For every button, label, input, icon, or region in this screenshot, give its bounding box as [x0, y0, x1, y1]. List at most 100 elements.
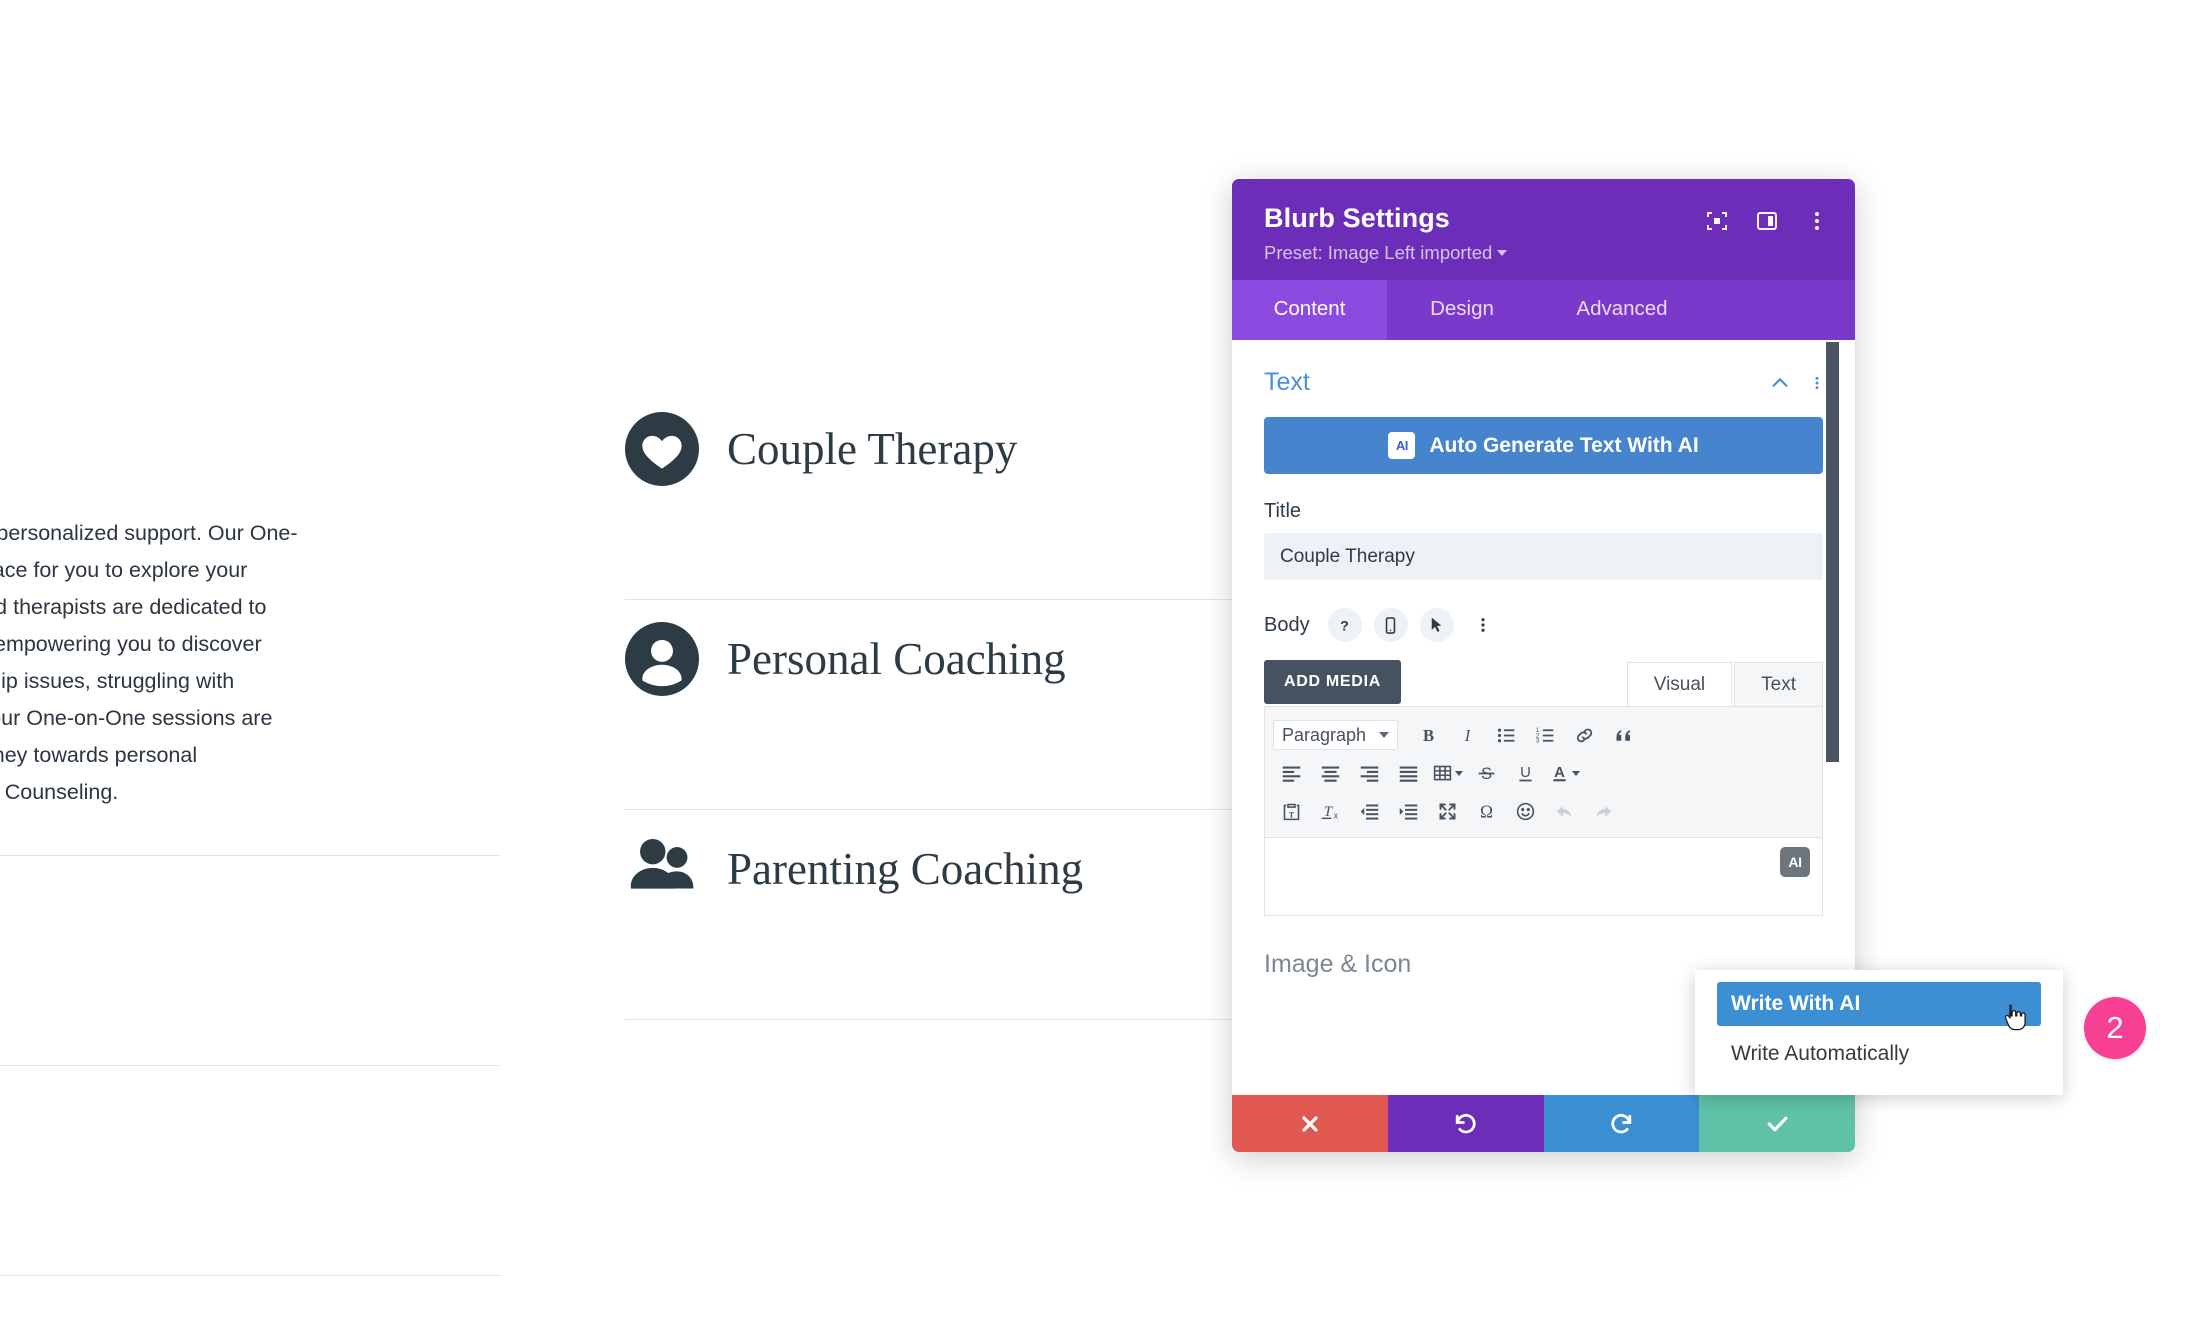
- text-section-header: Text: [1232, 340, 1855, 407]
- svg-text:T: T: [1289, 810, 1295, 819]
- indent-button[interactable]: [1390, 794, 1427, 828]
- svg-text:A: A: [1554, 765, 1565, 781]
- chevron-down-icon: [1497, 250, 1508, 257]
- text-color-button[interactable]: A: [1546, 756, 1583, 790]
- blockquote-button[interactable]: [1605, 718, 1642, 752]
- tab-design[interactable]: Design: [1387, 280, 1537, 340]
- undo-changes-button[interactable]: [1387, 1095, 1544, 1152]
- focus-target-icon[interactable]: [1705, 209, 1729, 233]
- pointer-icon[interactable]: [1419, 608, 1454, 643]
- help-icon[interactable]: ?: [1327, 608, 1362, 643]
- kebab-menu-icon[interactable]: [1805, 209, 1829, 233]
- svg-text:B: B: [1423, 725, 1434, 744]
- fullscreen-button[interactable]: [1429, 794, 1466, 828]
- blurb-list: Couple Therapy Personal Coaching Parenti…: [625, 390, 1325, 1020]
- auto-generate-text-with-ai-button[interactable]: AI Auto Generate Text With AI: [1264, 417, 1823, 475]
- auto-generate-label: Auto Generate Text With AI: [1429, 433, 1699, 457]
- mobile-icon[interactable]: [1373, 608, 1408, 643]
- toolbar-row-1: Paragraph B I 1 2 3: [1273, 716, 1814, 754]
- tab-advanced[interactable]: Advanced: [1537, 280, 1707, 340]
- editor-ai-icon-button[interactable]: AI: [1780, 847, 1810, 878]
- blurb-item-couple-therapy[interactable]: Couple Therapy: [625, 390, 1325, 600]
- link-button[interactable]: [1566, 718, 1603, 752]
- chevron-down-icon: [1379, 732, 1389, 739]
- numbered-list-button[interactable]: 1 2 3: [1527, 718, 1564, 752]
- ai-icon: AI: [1388, 432, 1416, 460]
- emoji-button[interactable]: [1507, 794, 1544, 828]
- people-icon: [625, 832, 699, 906]
- blurb-item-parenting-coaching[interactable]: Parenting Coaching: [625, 810, 1325, 1020]
- align-right-button[interactable]: [1351, 756, 1388, 790]
- clear-formatting-button[interactable]: T x: [1312, 794, 1349, 828]
- modal-scrollbar[interactable]: [1826, 342, 1839, 763]
- website-canvas: e power of personalized support. Our One…: [0, 0, 2200, 1329]
- editor-top-bar: ADD MEDIA Visual Text: [1264, 658, 1823, 707]
- menu-item-write-with-ai[interactable]: Write With AI: [1717, 982, 2041, 1026]
- paragraph-format-select[interactable]: Paragraph: [1273, 720, 1398, 751]
- check-icon: [1767, 1116, 1788, 1132]
- panel-layout-icon[interactable]: [1755, 209, 1779, 233]
- paste-as-text-button[interactable]: T: [1273, 794, 1310, 828]
- content-divider: [0, 1065, 500, 1066]
- svg-text:3: 3: [1536, 737, 1540, 744]
- modal-header: Blurb Settings Preset: Image Left import…: [1232, 179, 1855, 281]
- modal-header-actions: [1705, 209, 1829, 233]
- toolbar-row-3: T T x Ω: [1273, 792, 1814, 830]
- blurb-divider: [625, 1019, 1265, 1020]
- title-field-label: Title: [1264, 500, 1302, 523]
- svg-text:U: U: [1520, 765, 1531, 781]
- blurb-item-personal-coaching[interactable]: Personal Coaching: [625, 600, 1325, 810]
- body-field-label: Body: [1264, 613, 1310, 636]
- editor-toolbar: Paragraph B I 1 2 3 S U A T T x Ω: [1264, 706, 1823, 839]
- tab-content[interactable]: Content: [1232, 280, 1387, 341]
- undo-icon: [1455, 1113, 1476, 1134]
- special-character-button[interactable]: Ω: [1468, 794, 1505, 828]
- modal-footer: [1232, 1095, 1855, 1152]
- svg-text:x: x: [1334, 810, 1339, 820]
- svg-text:?: ?: [1340, 618, 1349, 634]
- table-button[interactable]: [1429, 756, 1466, 790]
- preset-selector[interactable]: Preset: Image Left imported: [1264, 242, 1508, 264]
- align-center-button[interactable]: [1312, 756, 1349, 790]
- person-icon: [625, 622, 699, 696]
- ai-write-dropdown: Write With AI Write Automatically: [1695, 970, 2063, 1095]
- modal-tabs: Content Design Advanced: [1232, 280, 1855, 341]
- preset-label: Preset: Image Left imported: [1264, 242, 1493, 264]
- chevron-down-icon: [1572, 770, 1580, 776]
- blurb-title: Personal Coaching: [727, 634, 1066, 684]
- italic-button[interactable]: I: [1449, 718, 1486, 752]
- strikethrough-button[interactable]: S: [1468, 756, 1505, 790]
- outdent-button[interactable]: [1351, 794, 1388, 828]
- chevron-up-icon[interactable]: [1769, 372, 1791, 394]
- redo-button[interactable]: [1585, 794, 1622, 828]
- svg-text:I: I: [1464, 725, 1472, 744]
- cancel-button[interactable]: [1232, 1095, 1388, 1152]
- save-button[interactable]: [1699, 1095, 1855, 1152]
- editor-mode-tabs: Visual Text: [1626, 662, 1823, 707]
- body-kebab-menu-icon[interactable]: [1466, 608, 1500, 642]
- content-divider: [0, 855, 500, 856]
- svg-text:Ω: Ω: [1480, 801, 1493, 821]
- format-label: Paragraph: [1282, 724, 1367, 745]
- content-divider: [0, 1275, 500, 1276]
- align-left-button[interactable]: [1273, 756, 1310, 790]
- underline-button[interactable]: U: [1507, 756, 1544, 790]
- wysiwyg-editor: ADD MEDIA Visual Text Paragraph B I 1 2 …: [1264, 658, 1823, 917]
- body-field-header: Body ?: [1232, 580, 1855, 643]
- bold-button[interactable]: B: [1410, 718, 1447, 752]
- intro-paragraph: e power of personalized support. Our One…: [0, 521, 298, 804]
- undo-button[interactable]: [1546, 794, 1583, 828]
- editor-content-area[interactable]: AI: [1264, 838, 1823, 917]
- bulleted-list-button[interactable]: [1488, 718, 1525, 752]
- align-justify-button[interactable]: [1390, 756, 1427, 790]
- title-input[interactable]: [1264, 533, 1823, 581]
- redo-changes-button[interactable]: [1543, 1095, 1700, 1152]
- blurb-title: Couple Therapy: [727, 424, 1018, 474]
- tab-text[interactable]: Text: [1734, 662, 1823, 707]
- add-media-button[interactable]: ADD MEDIA: [1264, 660, 1401, 705]
- menu-item-write-automatically[interactable]: Write Automatically: [1717, 1032, 2041, 1076]
- svg-text:T: T: [1324, 803, 1334, 819]
- tab-visual[interactable]: Visual: [1626, 662, 1733, 707]
- section-kebab-menu-icon[interactable]: [1809, 372, 1825, 394]
- heart-icon: [625, 412, 699, 486]
